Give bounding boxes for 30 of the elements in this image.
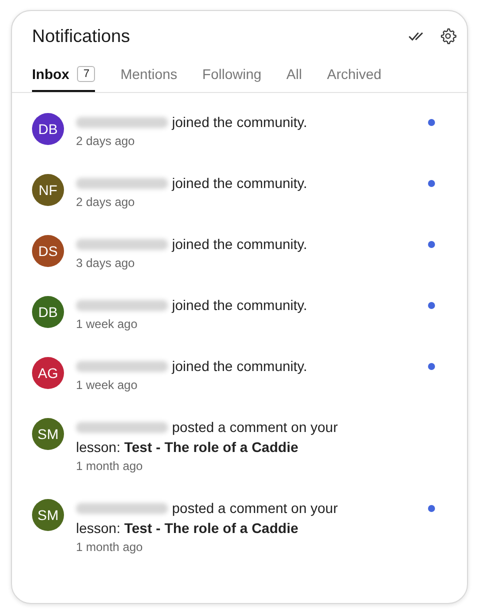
tab[interactable]: Inbox 7 <box>32 62 96 92</box>
timestamp: 2 days ago <box>76 134 136 148</box>
tab[interactable]: Following <box>202 62 262 92</box>
avatar: NF <box>32 174 64 206</box>
avatar: SM <box>32 418 64 450</box>
avatar: DB <box>32 113 64 145</box>
avatar: DB <box>32 296 64 328</box>
notification-text: joined the community. <box>170 113 308 132</box>
notification-text: joined the community. <box>170 235 308 254</box>
notification-text: posted a comment on your lesson: Test - The role of a Caddie <box>76 499 339 538</box>
timestamp: 2 days ago <box>76 195 136 209</box>
tab[interactable]: Archived <box>326 62 382 92</box>
double-check-icon[interactable] <box>408 30 425 42</box>
count-badge: 7 <box>77 66 96 82</box>
notification-text: joined the community. <box>170 296 308 315</box>
avatar: AG <box>32 357 64 389</box>
avatar: DS <box>32 235 64 267</box>
timestamp: 1 week ago <box>76 378 138 392</box>
timestamp: 1 month ago <box>76 540 144 554</box>
timestamp: 1 month ago <box>76 459 144 473</box>
notification-text: joined the community. <box>170 174 308 193</box>
timestamp: 3 days ago <box>76 256 136 270</box>
settings-icon[interactable] <box>439 27 457 45</box>
panel-title: Notifications <box>32 26 130 46</box>
tab[interactable]: Mentions <box>120 62 178 92</box>
notification-text: joined the community. <box>170 357 308 376</box>
tab[interactable]: All <box>286 62 302 92</box>
timestamp: 1 week ago <box>76 317 138 331</box>
notification-text: posted a comment on your lesson: Test - The role of a Caddie <box>76 418 339 457</box>
avatar: SM <box>32 499 64 531</box>
